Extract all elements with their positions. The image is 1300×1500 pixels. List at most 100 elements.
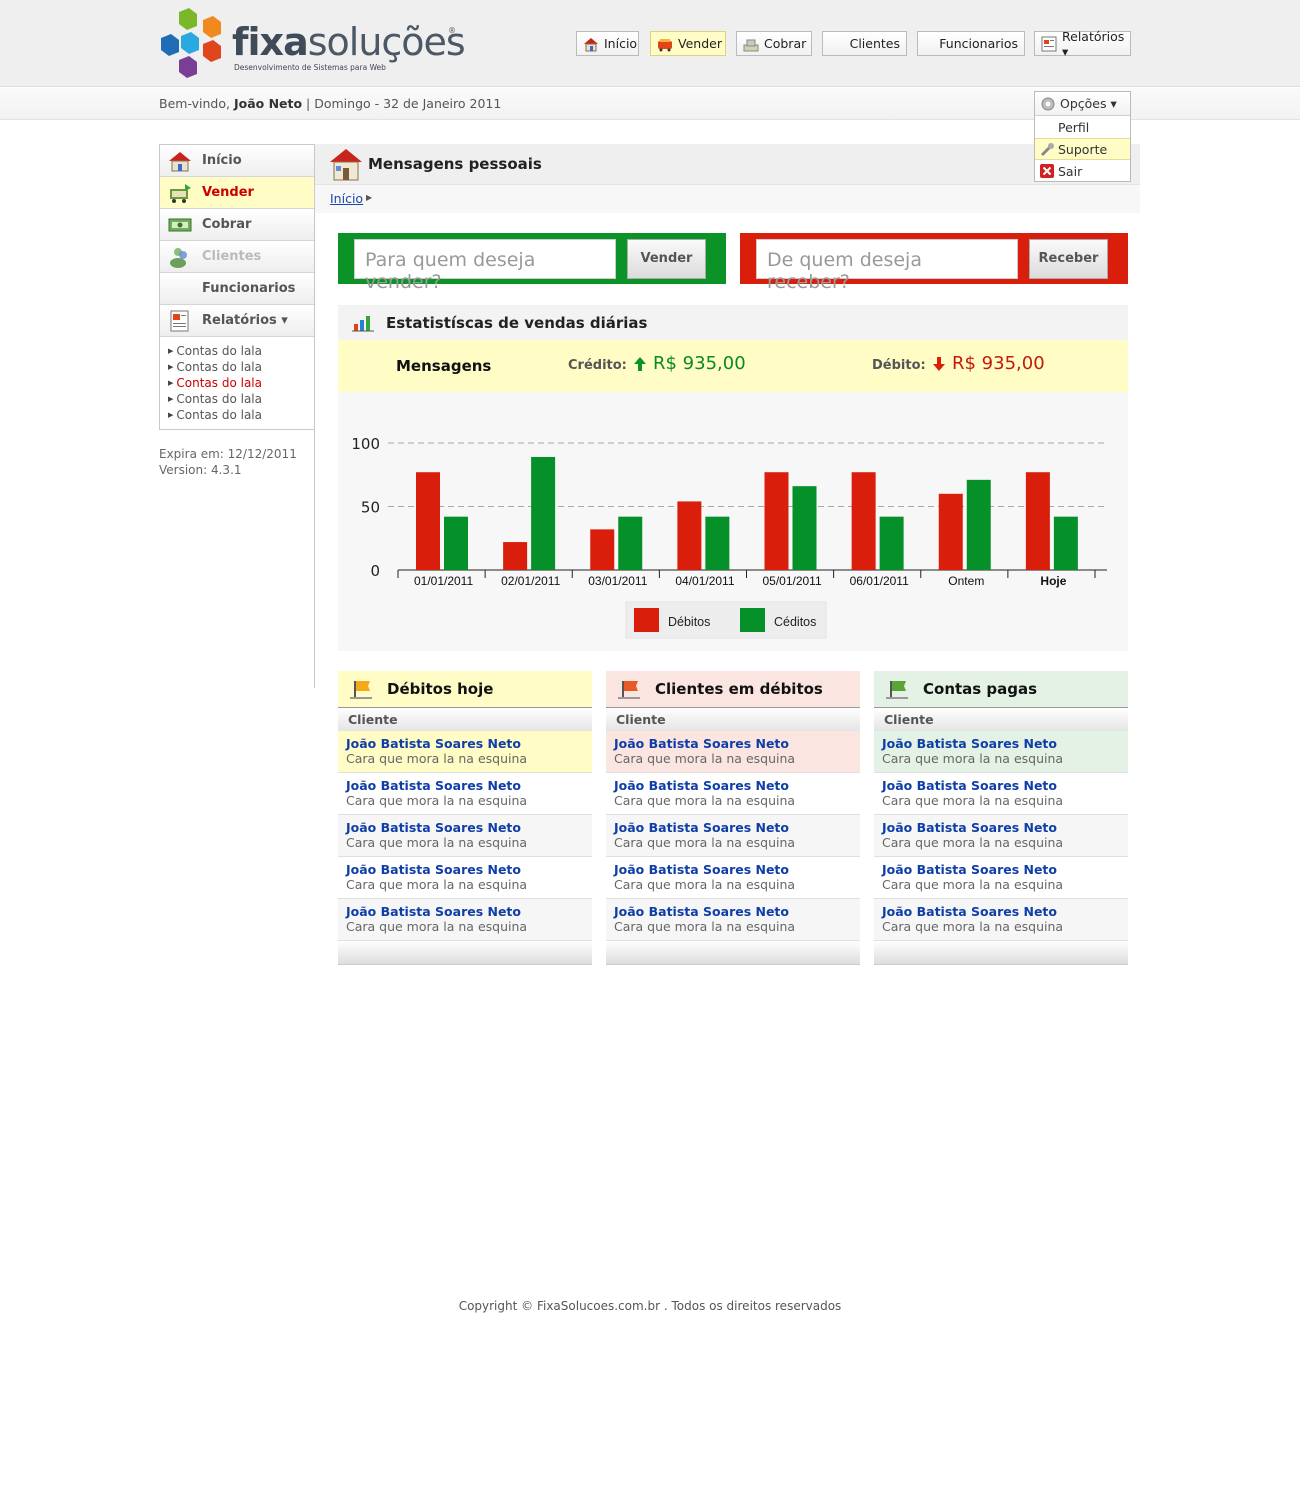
list-item[interactable]: João Batista Soares Neto Cara que mora la…: [606, 731, 860, 773]
sidebar: Início Vender Cobrar Clientes Funcionari…: [159, 144, 315, 430]
x-tick-label: 03/01/2011: [588, 574, 647, 588]
breadcrumb-link-inicio[interactable]: Início: [330, 191, 363, 206]
column-header-cliente[interactable]: Cliente: [874, 707, 1128, 731]
welcome-text: Bem-vindo, João Neto | Domingo - 32 de J…: [159, 96, 502, 111]
sidebar-item-relatorios[interactable]: Relatórios ▾: [160, 305, 314, 337]
list-item[interactable]: João Batista Soares Neto Cara que mora la…: [606, 773, 860, 815]
list-item[interactable]: João Batista Soares Neto Cara que mora la…: [338, 815, 592, 857]
receive-input[interactable]: De quem deseja receber?: [756, 238, 1018, 293]
bar-creditos: [531, 456, 556, 570]
legend-label: Céditos: [774, 615, 816, 629]
submenu-item[interactable]: Contas do lala: [168, 391, 314, 407]
list-item[interactable]: João Batista Soares Neto Cara que mora la…: [338, 899, 592, 941]
topnav-cobrar[interactable]: Cobrar: [736, 31, 812, 56]
bar-debitos: [1025, 472, 1050, 570]
panel-clientes-em-debitos: Clientes em débitos Cliente João Batista…: [606, 671, 860, 965]
gear-icon: [1040, 96, 1056, 112]
credit-value: R$ 935,00: [653, 353, 746, 374]
stats-title: Estatistíscas de vendas diárias: [386, 313, 648, 332]
submenu-item[interactable]: Contas do lala: [168, 359, 314, 375]
user-name[interactable]: João Neto: [234, 96, 302, 111]
y-tick-label: 0: [370, 562, 380, 580]
legend-swatch: [740, 608, 765, 632]
options-toggle[interactable]: Opções ▾: [1035, 92, 1130, 116]
bar-chart-icon: [352, 314, 374, 332]
close-icon: [1039, 163, 1055, 179]
home-icon: [583, 36, 599, 52]
topnav-relatorios[interactable]: Relatórios ▾: [1034, 29, 1131, 59]
list-item[interactable]: João Batista Soares Neto Cara que mora la…: [874, 857, 1128, 899]
list-item[interactable]: João Batista Soares Neto Cara que mora la…: [606, 857, 860, 899]
stats-header: Estatistíscas de vendas diárias: [338, 305, 1128, 340]
list-item[interactable]: João Batista Soares Neto Cara que mora la…: [338, 773, 592, 815]
topnav-vender[interactable]: Vender: [650, 31, 726, 56]
brand-tagline: Desenvolvimento de Sistemas para Web: [234, 63, 386, 72]
arrow-down-icon: [933, 356, 945, 376]
list-item[interactable]: João Batista Soares Neto Cara que mora la…: [606, 815, 860, 857]
current-date: | Domingo - 32 de Janeiro 2011: [302, 96, 502, 111]
x-tick-label: Ontem: [948, 574, 984, 588]
summary-title: Mensagens: [396, 357, 492, 375]
list-item[interactable]: João Batista Soares Neto Cara que mora la…: [606, 899, 860, 941]
bar-creditos: [705, 516, 730, 570]
bar-creditos: [618, 516, 643, 570]
cart-icon: [657, 36, 673, 52]
menu-item-perfil[interactable]: Perfil: [1035, 116, 1130, 138]
panel-header: Débitos hoje: [338, 671, 592, 707]
menu-item-suporte[interactable]: Suporte: [1035, 138, 1130, 160]
sidebar-divider: [314, 336, 315, 688]
list-item[interactable]: João Batista Soares Neto Cara que mora la…: [874, 899, 1128, 941]
panel-debitos-hoje: Débitos hoje Cliente João Batista Soares…: [338, 671, 592, 965]
options-dropdown[interactable]: Opções ▾ Perfil Suporte Sair: [1034, 91, 1131, 182]
panel-footer: [338, 941, 592, 965]
column-header-cliente[interactable]: Cliente: [606, 707, 860, 731]
panel-header: Clientes em débitos: [606, 671, 860, 707]
list-item[interactable]: João Batista Soares Neto Cara que mora la…: [874, 731, 1128, 773]
sell-button[interactable]: Vender: [627, 238, 706, 279]
sidebar-item-funcionarios[interactable]: Funcionarios: [160, 273, 314, 305]
legend-swatch: [634, 608, 659, 632]
y-tick-label: 100: [351, 435, 380, 453]
topnav-inicio[interactable]: Início: [576, 31, 639, 56]
debit-value: R$ 935,00: [952, 353, 1045, 374]
legend-label: Débitos: [668, 615, 710, 629]
submenu-item[interactable]: Contas do lala: [168, 407, 314, 423]
sidebar-item-vender[interactable]: Vender: [160, 177, 314, 209]
y-tick-label: 50: [361, 499, 380, 517]
list-item[interactable]: João Batista Soares Neto Cara que mora la…: [338, 731, 592, 773]
x-tick-label: 04/01/2011: [675, 574, 734, 588]
sidebar-item-clientes[interactable]: Clientes: [160, 241, 314, 273]
column-header-cliente[interactable]: Cliente: [338, 707, 592, 731]
list-item[interactable]: João Batista Soares Neto Cara que mora la…: [338, 857, 592, 899]
sidebar-item-inicio[interactable]: Início: [160, 145, 314, 177]
receive-box: De quem deseja receber? Receber: [740, 233, 1128, 293]
brand-name: fixasoluções: [232, 20, 466, 64]
bar-debitos: [590, 529, 615, 570]
topnav-clientes[interactable]: Clientes: [822, 31, 907, 56]
menu-item-sair[interactable]: Sair: [1035, 160, 1130, 182]
sell-box: Para quem deseja vender? Vender: [338, 233, 726, 293]
panel-header: Contas pagas: [874, 671, 1128, 707]
sidebar-item-cobrar[interactable]: Cobrar: [160, 209, 314, 241]
list-item[interactable]: João Batista Soares Neto Cara que mora la…: [874, 773, 1128, 815]
submenu-item-active[interactable]: Contas do lala: [168, 375, 314, 391]
topnav-funcionarios[interactable]: Funcionarios: [917, 31, 1025, 56]
flag-green-icon: [886, 679, 912, 699]
registered-mark: ®: [448, 26, 456, 35]
bar-debitos: [503, 542, 528, 570]
sell-input[interactable]: Para quem deseja vender?: [354, 238, 616, 293]
x-tick-label: Hoje: [1040, 574, 1066, 588]
report-icon: [168, 310, 192, 332]
wrench-icon: [1039, 142, 1055, 158]
x-tick-label: 05/01/2011: [762, 574, 821, 588]
brand-logo[interactable]: fixasoluções ® Desenvolvimento de Sistem…: [159, 8, 466, 80]
client-list: João Batista Soares Neto Cara que mora la…: [874, 731, 1128, 941]
expiry-date: Expira em: 12/12/2011: [159, 447, 297, 461]
credit-label: Crédito:: [568, 358, 627, 373]
breadcrumb: Início ▶: [315, 185, 1140, 213]
bar-debitos: [764, 472, 789, 570]
receive-button[interactable]: Receber: [1029, 238, 1108, 279]
submenu-item[interactable]: Contas do lala: [168, 343, 314, 359]
page-title: Mensagens pessoais: [368, 155, 542, 173]
list-item[interactable]: João Batista Soares Neto Cara que mora la…: [874, 815, 1128, 857]
